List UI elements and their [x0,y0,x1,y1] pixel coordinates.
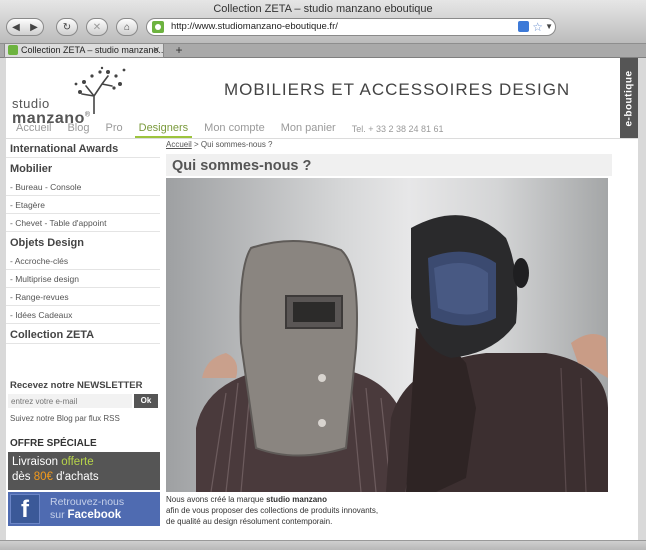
eboutique-tab[interactable]: e-boutique [620,58,638,138]
nav-item-accueil[interactable]: Accueil [16,120,51,138]
sidebar: International Awards Mobilier - Bureau -… [6,140,160,540]
site-title: MOBILIERS ET ACCESSOIRES DESIGN [224,80,571,99]
window-title: Collection ZETA – studio manzano eboutiq… [213,3,433,15]
newsletter-title: Recevez notre NEWSLETTER [10,380,143,391]
facebook-banner[interactable]: f Retrouvez-nous sur Facebook [8,492,160,526]
facebook-text: Retrouvez-nous sur Facebook [50,496,124,522]
offer-line-1: Livraison offerte [12,455,156,470]
close-tab-icon[interactable]: ✕ [152,44,160,56]
breadcrumb: Accueil > Qui sommes-nous ? [166,140,612,150]
nav-item-mon-panier[interactable]: Mon panier [281,120,336,138]
sidebar-heading-objets-design[interactable]: Objets Design [6,234,160,252]
forward-arrow-icon[interactable]: ▶ [30,22,38,33]
stop-button[interactable]: ✕ [86,18,108,36]
logo-studio-text: studio [12,96,50,111]
breadcrumb-separator: > [191,140,201,149]
browser-tab[interactable]: Collection ZETA – studio manzano... ✕ [4,44,164,58]
facebook-line-2: sur Facebook [50,509,124,522]
tab-favicon-icon [8,45,18,55]
nav-item-blog[interactable]: Blog [67,120,89,138]
offer-text: d'achats [52,471,99,483]
sidebar-item-chevet[interactable]: - Chevet - Table d'appoint [6,214,160,232]
new-tab-button[interactable]: + [170,44,188,57]
tree-logo-icon [74,66,126,114]
about-line-3: de qualité au design résolument contempo… [166,517,333,526]
back-arrow-icon[interactable]: ◀ [12,22,20,33]
sidebar-item-bureau-console[interactable]: - Bureau - Console [6,178,160,196]
reload-button[interactable]: ↻ [56,18,78,36]
newsletter-email-input[interactable] [8,394,132,408]
offer-text: Livraison [12,456,62,468]
main-content: Accueil > Qui sommes-nous ? Qui sommes-n… [166,140,612,540]
facebook-sur: sur [50,509,68,521]
browser-titlebar: Collection ZETA – studio manzano eboutiq… [0,0,646,44]
special-offer-banner[interactable]: Livraison offerte dès 80€ d'achats [8,452,160,490]
rss-icon[interactable] [518,21,529,32]
bookmark-star-icon[interactable]: ☆ [532,19,543,35]
offer-text: dès [12,471,34,483]
header-divider [6,138,638,139]
reload-icon: ↻ [62,21,72,33]
offer-amount: 80€ [33,471,53,483]
breadcrumb-home-link[interactable]: Accueil [166,140,192,149]
site-favicon-icon [152,21,164,33]
nav-item-pro[interactable]: Pro [106,120,123,138]
breadcrumb-current: Qui sommes-nous ? [200,140,273,149]
main-navigation: Accueil Blog Pro Designers Mon compte Mo… [6,120,616,139]
url-dropdown-icon[interactable]: ▼ [545,19,553,35]
site-logo[interactable]: studio manzano® [12,66,130,128]
nav-item-designers[interactable]: Designers [134,120,192,139]
home-icon: ⌂ [123,21,131,33]
tab-bar: Collection ZETA – studio manzano... ✕ + [0,44,646,58]
home-button[interactable]: ⌂ [116,18,138,36]
facebook-icon: f [10,494,40,524]
back-forward-buttons[interactable]: ◀ ▶ [6,18,44,36]
page-viewport: studio manzano® MOBILIERS ET ACCESSOIRES… [6,58,638,540]
newsletter-form: Ok [6,394,160,410]
offer-highlight: offerte [61,456,94,468]
about-brand: studio manzano [266,495,327,504]
sidebar-item-multiprise[interactable]: - Multiprise design [6,270,160,288]
newsletter-block: Recevez notre NEWSLETTER Ok Suivez notre… [6,380,160,423]
sidebar-international-awards[interactable]: International Awards [6,140,160,158]
registered-mark: ® [84,111,91,119]
about-line-2: afin de vous proposer des collections de… [166,506,379,515]
browser-statusbar [0,540,646,550]
sidebar-item-accroche-cles[interactable]: - Accroche-clés [6,252,160,270]
facebook-line-1: Retrouvez-nous [50,496,125,508]
stop-icon: ✕ [92,21,102,33]
about-text-start: Nous avons créé la marque [166,495,267,504]
nav-item-mon-compte[interactable]: Mon compte [204,120,265,138]
sidebar-item-range-revues[interactable]: - Range-revues [6,288,160,306]
sidebar-item-idees-cadeaux[interactable]: - Idées Cadeaux [6,306,160,324]
sidebar-heading-collection-zeta[interactable]: Collection ZETA [6,326,160,344]
facebook-word: Facebook [67,509,122,521]
newsletter-ok-button[interactable]: Ok [134,394,158,408]
phone-number: Tel. + 33 2 38 24 81 61 [351,124,444,134]
sidebar-heading-mobilier[interactable]: Mobilier [6,160,160,178]
about-text: Nous avons créé la marque studio manzano… [166,494,466,527]
tab-title: Collection ZETA – studio manzano... [21,45,164,55]
address-bar[interactable]: http://www.studiomanzano-eboutique.fr/ ☆… [146,18,556,36]
offer-line-2: dès 80€ d'achats [12,470,156,485]
hero-photo [166,178,608,492]
url-text[interactable]: http://www.studiomanzano-eboutique.fr/ [171,21,338,32]
rss-link[interactable]: Suivez notre Blog par flux RSS [6,410,160,423]
welders-photo-illustration [196,215,608,492]
eboutique-label: e-boutique [623,69,635,127]
page-title: Qui sommes-nous ? [172,158,312,174]
special-offer-title: OFFRE SPÉCIALE [10,438,97,449]
about-line-1: Nous avons créé la marque studio manzano [166,494,466,505]
sidebar-item-etagere[interactable]: - Etagère [6,196,160,214]
